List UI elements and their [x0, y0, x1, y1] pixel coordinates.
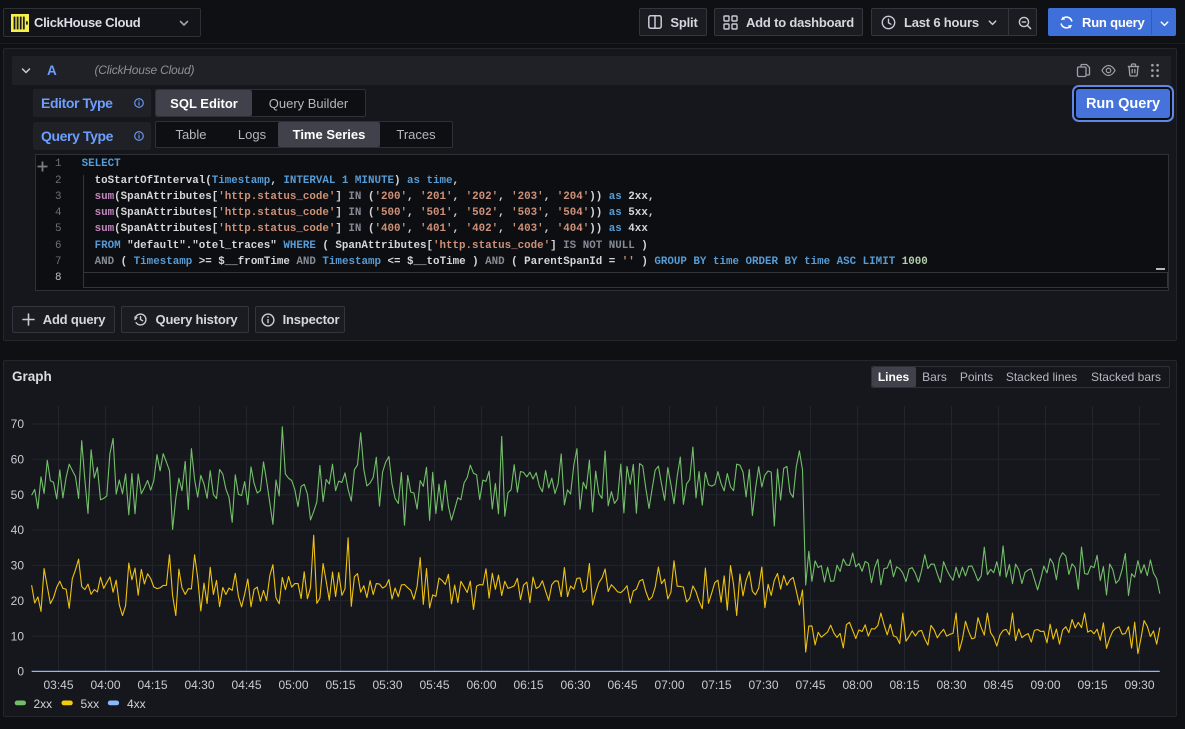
svg-text:20: 20 — [11, 594, 25, 608]
svg-text:50: 50 — [11, 488, 25, 502]
svg-text:08:45: 08:45 — [983, 678, 1013, 692]
svg-text:2xx: 2xx — [34, 697, 53, 711]
svg-text:60: 60 — [11, 453, 25, 467]
svg-text:09:00: 09:00 — [1030, 678, 1060, 692]
svg-text:09:30: 09:30 — [1124, 678, 1154, 692]
svg-text:30: 30 — [11, 559, 25, 573]
svg-text:03:45: 03:45 — [43, 678, 73, 692]
svg-text:0: 0 — [17, 665, 24, 679]
svg-text:06:45: 06:45 — [607, 678, 637, 692]
svg-text:40: 40 — [11, 523, 25, 537]
svg-text:08:30: 08:30 — [936, 678, 966, 692]
svg-text:06:15: 06:15 — [513, 678, 543, 692]
svg-text:04:30: 04:30 — [184, 678, 214, 692]
svg-text:07:45: 07:45 — [795, 678, 825, 692]
svg-text:05:15: 05:15 — [325, 678, 355, 692]
svg-text:08:15: 08:15 — [889, 678, 919, 692]
svg-text:08:00: 08:00 — [842, 678, 872, 692]
svg-text:04:15: 04:15 — [137, 678, 167, 692]
svg-text:06:30: 06:30 — [560, 678, 590, 692]
svg-text:05:30: 05:30 — [372, 678, 402, 692]
svg-text:10: 10 — [11, 629, 25, 643]
svg-text:07:30: 07:30 — [748, 678, 778, 692]
svg-text:04:45: 04:45 — [231, 678, 261, 692]
svg-text:05:45: 05:45 — [419, 678, 449, 692]
svg-text:09:15: 09:15 — [1077, 678, 1107, 692]
svg-text:07:00: 07:00 — [654, 678, 684, 692]
svg-text:07:15: 07:15 — [701, 678, 731, 692]
svg-text:4xx: 4xx — [127, 697, 146, 711]
svg-text:5xx: 5xx — [81, 697, 100, 711]
svg-text:05:00: 05:00 — [278, 678, 308, 692]
svg-text:04:00: 04:00 — [90, 678, 120, 692]
svg-text:06:00: 06:00 — [466, 678, 496, 692]
svg-text:70: 70 — [11, 417, 25, 431]
